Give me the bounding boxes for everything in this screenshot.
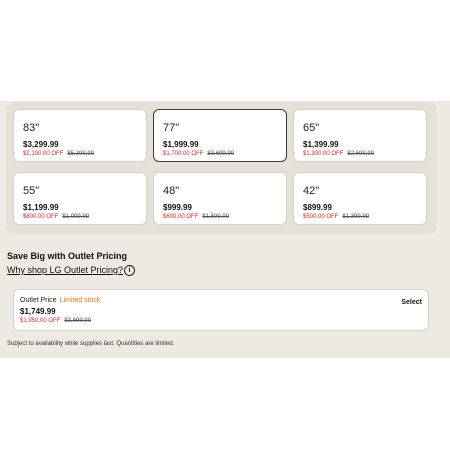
outlet-price-label: Outlet Price	[20, 297, 57, 304]
size-price: $3,299.99	[23, 140, 59, 149]
size-price: $899.99	[303, 203, 332, 212]
original-price: $3,699.99	[207, 151, 235, 157]
size-label: 42"	[303, 185, 320, 197]
size-label: 48"	[163, 185, 180, 197]
size-price: $1,999.99	[163, 140, 199, 149]
discount-amount: $2,100.00 OFF	[23, 151, 64, 157]
size-option-42[interactable]: 42" $899.99 $500.00 OFF $1,399.99	[293, 172, 427, 225]
outlet-price-option[interactable]: Outlet Price Limited stock $1,749.99 $1,9…	[13, 289, 429, 331]
size-label: 77"	[163, 122, 180, 134]
select-button[interactable]: Select	[401, 299, 422, 306]
size-label: 83"	[23, 122, 40, 134]
outlet-price: $1,749.99	[20, 307, 56, 316]
stock-badge: Limited stock	[59, 297, 101, 304]
discount-amount: $600.00 OFF	[163, 214, 199, 220]
discount-amount: $1,700.00 OFF	[163, 151, 204, 157]
size-options-grid: 83" $3,299.99 $2,100.00 OFF $5,399.99 77"…	[6, 102, 437, 234]
discount-amount: $500.00 OFF	[303, 214, 339, 220]
size-option-83[interactable]: 83" $3,299.99 $2,100.00 OFF $5,399.99	[13, 109, 147, 162]
original-price: $1,399.99	[342, 214, 370, 220]
size-price: $1,399.99	[303, 140, 339, 149]
original-price: $2,699.99	[347, 151, 375, 157]
original-price: $1,599.99	[202, 214, 230, 220]
outlet-section-title: Save Big with Outlet Pricing	[7, 251, 128, 261]
original-price: $1,999.99	[62, 214, 90, 220]
size-label: 65"	[303, 122, 320, 134]
size-price: $999.99	[163, 203, 192, 212]
size-option-55[interactable]: 55" $1,199.99 $800.00 OFF $1,999.99	[13, 172, 147, 225]
discount-amount: $800.00 OFF	[23, 214, 59, 220]
outlet-original-price: $3,699.99	[64, 318, 92, 324]
discount-amount: $1,300.00 OFF	[303, 151, 344, 157]
outlet-discount: $1,950.00 OFF	[20, 318, 61, 324]
size-price: $1,199.99	[23, 203, 59, 212]
info-icon[interactable]: i	[124, 265, 135, 276]
size-option-65[interactable]: 65" $1,399.99 $1,300.00 OFF $2,699.99	[293, 109, 427, 162]
size-option-48[interactable]: 48" $999.99 $600.00 OFF $1,599.99	[153, 172, 287, 225]
availability-note: Subject to availability while supplies l…	[7, 341, 175, 347]
size-label: 55"	[23, 185, 40, 197]
original-price: $5,399.99	[67, 151, 95, 157]
size-option-77[interactable]: 77" $1,999.99 $1,700.00 OFF $3,699.99	[153, 109, 287, 162]
why-outlet-link[interactable]: Why shop LG Outlet Pricing?	[7, 265, 123, 275]
